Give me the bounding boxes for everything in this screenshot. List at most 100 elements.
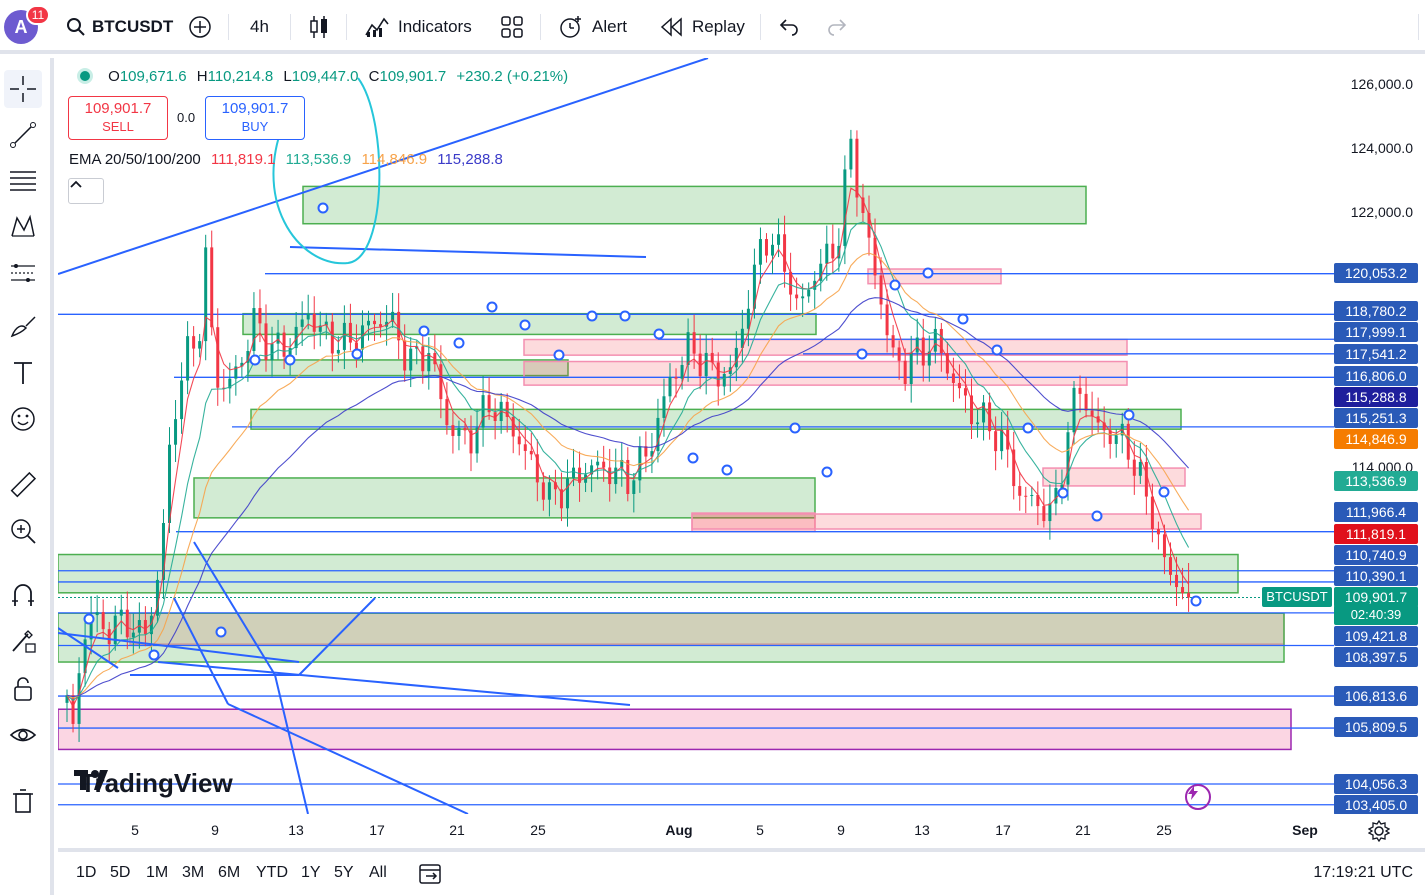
goto-date-button[interactable]: [418, 862, 444, 891]
buy-button[interactable]: 109,901.7 BUY: [205, 96, 305, 140]
swing-marker[interactable]: [317, 202, 329, 214]
price-label[interactable]: 106,813.6: [1334, 686, 1418, 706]
swing-marker[interactable]: [889, 279, 901, 291]
crosshair-tool[interactable]: [4, 70, 42, 108]
range-button-5d[interactable]: 5D: [110, 864, 130, 882]
interval-button[interactable]: 4h: [250, 8, 269, 46]
chart-settings-button[interactable]: [1367, 819, 1391, 847]
swing-marker[interactable]: [453, 337, 465, 349]
measure-tool[interactable]: [4, 466, 42, 504]
price-label[interactable]: 109,901.7: [1334, 587, 1418, 607]
zone-box[interactable]: [523, 338, 1128, 356]
swing-marker[interactable]: [1057, 487, 1069, 499]
price-label[interactable]: 108,397.5: [1334, 647, 1418, 667]
price-label[interactable]: 115,251.3: [1334, 408, 1418, 428]
price-chart[interactable]: [58, 58, 1334, 814]
utc-clock[interactable]: 17:19:21 UTC: [1313, 864, 1413, 882]
zoom-tool[interactable]: [4, 512, 42, 550]
undo-button[interactable]: [778, 8, 800, 46]
zone-box[interactable]: [58, 553, 1239, 594]
emoji-tool[interactable]: [4, 400, 42, 438]
stay-drawing-tool[interactable]: [4, 622, 42, 660]
trend-line-tool[interactable]: [4, 116, 42, 154]
price-label[interactable]: 117,999.1: [1334, 322, 1418, 342]
text-tool[interactable]: [4, 354, 42, 392]
swing-marker[interactable]: [215, 626, 227, 638]
trend-line-drawing[interactable]: [289, 246, 647, 258]
price-label[interactable]: 105,809.5: [1334, 717, 1418, 737]
flash-icon[interactable]: [1185, 784, 1211, 810]
range-button-5y[interactable]: 5Y: [334, 864, 354, 882]
swing-marker[interactable]: [789, 422, 801, 434]
zone-box[interactable]: [691, 513, 1202, 530]
swing-marker[interactable]: [821, 466, 833, 478]
replay-button[interactable]: Replay: [660, 8, 745, 46]
range-button-1m[interactable]: 1M: [146, 864, 168, 882]
price-label[interactable]: 110,390.1: [1334, 566, 1418, 586]
price-label[interactable]: 120,053.2: [1334, 263, 1418, 283]
price-label[interactable]: 104,056.3: [1334, 774, 1418, 794]
price-label[interactable]: 110,740.9: [1334, 545, 1418, 565]
zone-box[interactable]: [523, 360, 1128, 386]
swing-marker[interactable]: [1158, 486, 1170, 498]
lock-drawings-tool[interactable]: [4, 670, 42, 708]
zone-box[interactable]: [247, 359, 569, 377]
zone-box[interactable]: [302, 185, 1087, 225]
range-button-3m[interactable]: 3M: [182, 864, 204, 882]
swing-marker[interactable]: [553, 349, 565, 361]
zone-box[interactable]: [193, 477, 816, 519]
magnet-tool[interactable]: [4, 576, 42, 614]
price-label[interactable]: 113,536.9: [1334, 471, 1418, 491]
swing-marker[interactable]: [653, 328, 665, 340]
swing-marker[interactable]: [351, 348, 363, 360]
swing-marker[interactable]: [1123, 409, 1135, 421]
chart-pane[interactable]: O109,671.6 H110,214.8 L109,447.0 C109,90…: [58, 58, 1425, 848]
swing-marker[interactable]: [957, 313, 969, 325]
swing-marker[interactable]: [721, 464, 733, 476]
price-label[interactable]: 117,541.2: [1334, 344, 1418, 364]
price-label[interactable]: 118,780.2: [1334, 301, 1418, 321]
zone-box[interactable]: [867, 268, 1002, 285]
price-label[interactable]: 111,819.1: [1334, 524, 1418, 544]
price-label[interactable]: 103,405.0: [1334, 795, 1418, 815]
swing-marker[interactable]: [486, 301, 498, 313]
price-label[interactable]: 115,288.8: [1334, 387, 1418, 407]
swing-marker[interactable]: [687, 452, 699, 464]
swing-marker[interactable]: [1022, 422, 1034, 434]
sell-button[interactable]: 109,901.7 SELL: [68, 96, 168, 140]
swing-marker[interactable]: [586, 310, 598, 322]
zone-box[interactable]: [250, 408, 1182, 430]
hide-drawings-tool[interactable]: [4, 716, 42, 754]
ema-legend[interactable]: EMA 20/50/100/200 111,819.1 113,536.9 11…: [69, 151, 503, 168]
swing-marker[interactable]: [284, 354, 296, 366]
swing-marker[interactable]: [1190, 595, 1202, 607]
swing-marker[interactable]: [83, 613, 95, 625]
price-scale[interactable]: 126,000.0124,000.0122,000.0114,000.0106,…: [1262, 58, 1425, 815]
chart-type-button[interactable]: [306, 8, 332, 46]
swing-marker[interactable]: [856, 348, 868, 360]
pattern-tool[interactable]: [4, 208, 42, 246]
range-button-1d[interactable]: 1D: [76, 864, 96, 882]
swing-marker[interactable]: [519, 319, 531, 331]
price-label[interactable]: 116,806.0: [1334, 366, 1418, 386]
range-button-ytd[interactable]: YTD: [256, 864, 288, 882]
swing-marker[interactable]: [418, 325, 430, 337]
swing-marker[interactable]: [249, 354, 261, 366]
collapse-legend-button[interactable]: [68, 178, 104, 204]
layouts-button[interactable]: [500, 8, 524, 46]
trend-line-drawing[interactable]: [157, 661, 631, 706]
time-scale[interactable]: 5 9 13 17 21 25 Aug 5 9 13 17 21 25 Sep: [58, 814, 1425, 848]
remove-drawings-tool[interactable]: [4, 782, 42, 820]
swing-marker[interactable]: [991, 344, 1003, 356]
alert-button[interactable]: Alert: [558, 8, 627, 46]
compare-symbol-button[interactable]: [188, 8, 212, 46]
zone-box[interactable]: [58, 708, 1292, 751]
price-label[interactable]: 114,846.9: [1334, 429, 1418, 449]
range-button-all[interactable]: All: [369, 864, 387, 882]
price-label[interactable]: 109,421.8: [1334, 626, 1418, 646]
range-button-6m[interactable]: 6M: [218, 864, 240, 882]
swing-marker[interactable]: [619, 310, 631, 322]
swing-marker[interactable]: [922, 267, 934, 279]
swing-marker[interactable]: [148, 649, 160, 661]
price-label[interactable]: 111,966.4: [1334, 502, 1418, 522]
